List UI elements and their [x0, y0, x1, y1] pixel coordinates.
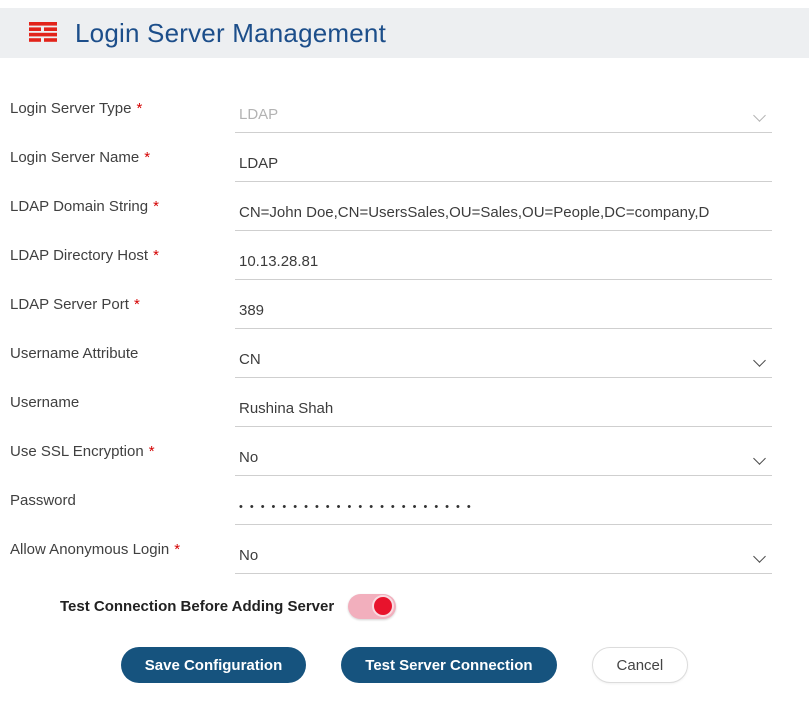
input-login-server-name[interactable]: LDAP: [235, 133, 772, 182]
required-asterisk: *: [149, 443, 155, 460]
field-label: Password: [0, 476, 235, 525]
field-label: Username: [0, 378, 235, 427]
form-rows: Login Server Type * LDAP Login Server Na…: [0, 84, 809, 574]
page-header: Login Server Management: [0, 8, 809, 58]
select-username-attribute[interactable]: CN: [235, 329, 772, 378]
field-label-text: LDAP Directory Host: [10, 247, 148, 264]
required-asterisk: *: [144, 149, 150, 166]
required-asterisk: *: [153, 247, 159, 264]
field-row-password: Password ••••••••••••••••••••••: [0, 476, 809, 525]
field-label-text: LDAP Domain String: [10, 198, 148, 215]
page-title: Login Server Management: [75, 18, 386, 49]
toggle-label: Test Connection Before Adding Server: [60, 598, 334, 615]
button-row: Save Configuration Test Server Connectio…: [0, 647, 809, 683]
select-use-ssl-encryption[interactable]: No: [235, 427, 772, 476]
select-allow-anonymous-login[interactable]: No: [235, 525, 772, 574]
toggle-row: Test Connection Before Adding Server: [0, 592, 809, 620]
chevron-down-icon: [753, 452, 766, 465]
field-row-use-ssl-encryption: Use SSL Encryption * No: [0, 427, 809, 476]
field-value: No: [239, 547, 258, 564]
field-value: 389: [239, 302, 264, 319]
input-ldap-server-port[interactable]: 389: [235, 280, 772, 329]
field-label-text: Username: [10, 394, 79, 411]
field-row-ldap-server-port: LDAP Server Port * 389: [0, 280, 809, 329]
required-asterisk: *: [174, 541, 180, 558]
required-asterisk: *: [153, 198, 159, 215]
field-value: CN: [239, 351, 261, 368]
field-value: ••••••••••••••••••••••: [239, 501, 478, 513]
chevron-down-icon: [753, 550, 766, 563]
input-username[interactable]: Rushina Shah: [235, 378, 772, 427]
test-connection-toggle[interactable]: [348, 594, 396, 619]
field-value: Rushina Shah: [239, 400, 333, 417]
input-password[interactable]: ••••••••••••••••••••••: [235, 476, 772, 525]
field-row-ldap-domain-string: LDAP Domain String * CN=John Doe,CN=User…: [0, 182, 809, 231]
field-value: 10.13.28.81: [239, 253, 318, 270]
field-row-login-server-type: Login Server Type * LDAP: [0, 84, 809, 133]
server-list-icon: [28, 21, 58, 45]
field-label-text: Username Attribute: [10, 345, 138, 362]
field-label: Login Server Name *: [0, 133, 235, 182]
field-label-text: Allow Anonymous Login: [10, 541, 169, 558]
field-label-text: LDAP Server Port: [10, 296, 129, 313]
input-ldap-directory-host[interactable]: 10.13.28.81: [235, 231, 772, 280]
save-configuration-button[interactable]: Save Configuration: [121, 647, 307, 683]
required-asterisk: *: [134, 296, 140, 313]
field-label-text: Password: [10, 492, 76, 509]
test-server-connection-button[interactable]: Test Server Connection: [341, 647, 556, 683]
login-server-form: Login Server Type * LDAP Login Server Na…: [0, 58, 809, 683]
field-label: Login Server Type *: [0, 84, 235, 133]
field-label: Username Attribute: [0, 329, 235, 378]
field-label: LDAP Server Port *: [0, 280, 235, 329]
required-asterisk: *: [136, 100, 142, 117]
field-row-username: Username Rushina Shah: [0, 378, 809, 427]
field-value: LDAP: [239, 155, 278, 172]
field-row-ldap-directory-host: LDAP Directory Host * 10.13.28.81: [0, 231, 809, 280]
field-label: Use SSL Encryption *: [0, 427, 235, 476]
field-row-login-server-name: Login Server Name * LDAP: [0, 133, 809, 182]
field-label: Allow Anonymous Login *: [0, 525, 235, 574]
cancel-button[interactable]: Cancel: [592, 647, 689, 683]
chevron-down-icon: [753, 354, 766, 367]
select-login-server-type[interactable]: LDAP: [235, 84, 772, 133]
field-value: No: [239, 449, 258, 466]
field-row-allow-anonymous-login: Allow Anonymous Login * No: [0, 525, 809, 574]
field-label-text: Login Server Name: [10, 149, 139, 166]
field-row-username-attribute: Username Attribute CN: [0, 329, 809, 378]
field-value: CN=John Doe,CN=UsersSales,OU=Sales,OU=Pe…: [239, 204, 709, 221]
field-label-text: Login Server Type: [10, 100, 131, 117]
field-value: LDAP: [239, 106, 278, 123]
field-label: LDAP Domain String *: [0, 182, 235, 231]
field-label-text: Use SSL Encryption: [10, 443, 144, 460]
toggle-knob: [374, 597, 392, 615]
input-ldap-domain-string[interactable]: CN=John Doe,CN=UsersSales,OU=Sales,OU=Pe…: [235, 182, 772, 231]
chevron-down-icon: [753, 109, 766, 122]
field-label: LDAP Directory Host *: [0, 231, 235, 280]
